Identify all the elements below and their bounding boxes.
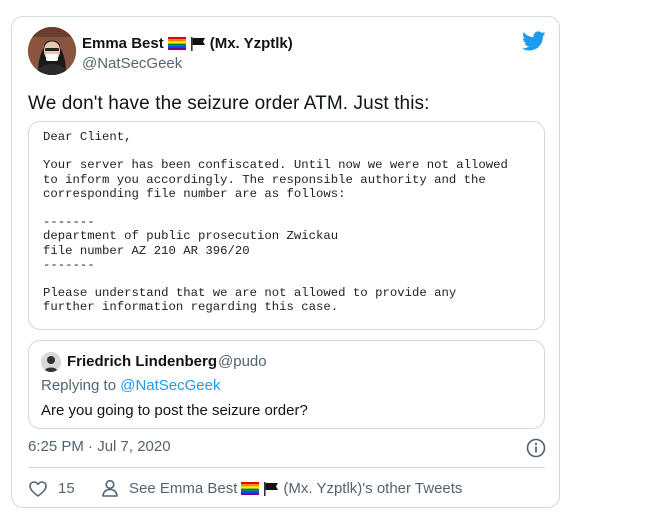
- replying-handle[interactable]: @NatSecGeek: [120, 377, 220, 394]
- like-count[interactable]: 15: [58, 480, 75, 497]
- author-handle[interactable]: @NatSecGeek: [82, 55, 182, 72]
- tweet-text: We don't have the seizure order ATM. Jus…: [28, 93, 430, 114]
- rainbow-flag-icon: [241, 482, 260, 495]
- quoted-author-handle: @pudo: [218, 353, 267, 370]
- person-icon: [102, 479, 118, 497]
- quoted-author-name: Friedrich Lindenberg: [67, 353, 218, 370]
- quoted-replying-to: Replying to @NatSecGeek: [41, 377, 221, 394]
- rainbow-flag-icon: [167, 37, 186, 50]
- author-name-suffix: (Mx. Yzptlk): [209, 35, 293, 52]
- divider: [28, 467, 545, 468]
- author-name[interactable]: Emma Best (Mx. Yzptlk): [82, 35, 293, 52]
- author-name-text: Emma Best: [82, 35, 164, 52]
- quoted-tweet[interactable]: Friedrich Lindenberg @pudo Replying to @…: [28, 340, 545, 429]
- tweet-card: Emma Best (Mx. Yzptlk) @NatSecGeek We do…: [11, 16, 560, 508]
- tweet-timestamp[interactable]: 6:25 PM · Jul 7, 2020: [28, 438, 171, 455]
- author-avatar[interactable]: [28, 27, 76, 75]
- attached-letter-image[interactable]: Dear Client, Your server has been confis…: [28, 121, 545, 330]
- quoted-tweet-text: Are you going to post the seizure order?: [41, 402, 308, 419]
- heart-icon[interactable]: [28, 479, 48, 499]
- letter-text: Dear Client, Your server has been confis…: [43, 130, 508, 315]
- other-tweets-suffix: (Mx. Yzptlk)'s other Tweets: [283, 480, 463, 497]
- black-flag-icon: [264, 481, 279, 496]
- quoted-avatar: [41, 352, 61, 372]
- info-icon[interactable]: [526, 438, 546, 458]
- twitter-bird-icon[interactable]: [522, 29, 546, 53]
- other-tweets-prefix: See Emma Best: [129, 480, 238, 497]
- replying-prefix: Replying to: [41, 377, 121, 394]
- other-tweets-link[interactable]: See Emma Best (Mx. Yzptlk)'s other Tweet…: [129, 480, 462, 497]
- black-flag-icon: [190, 36, 205, 51]
